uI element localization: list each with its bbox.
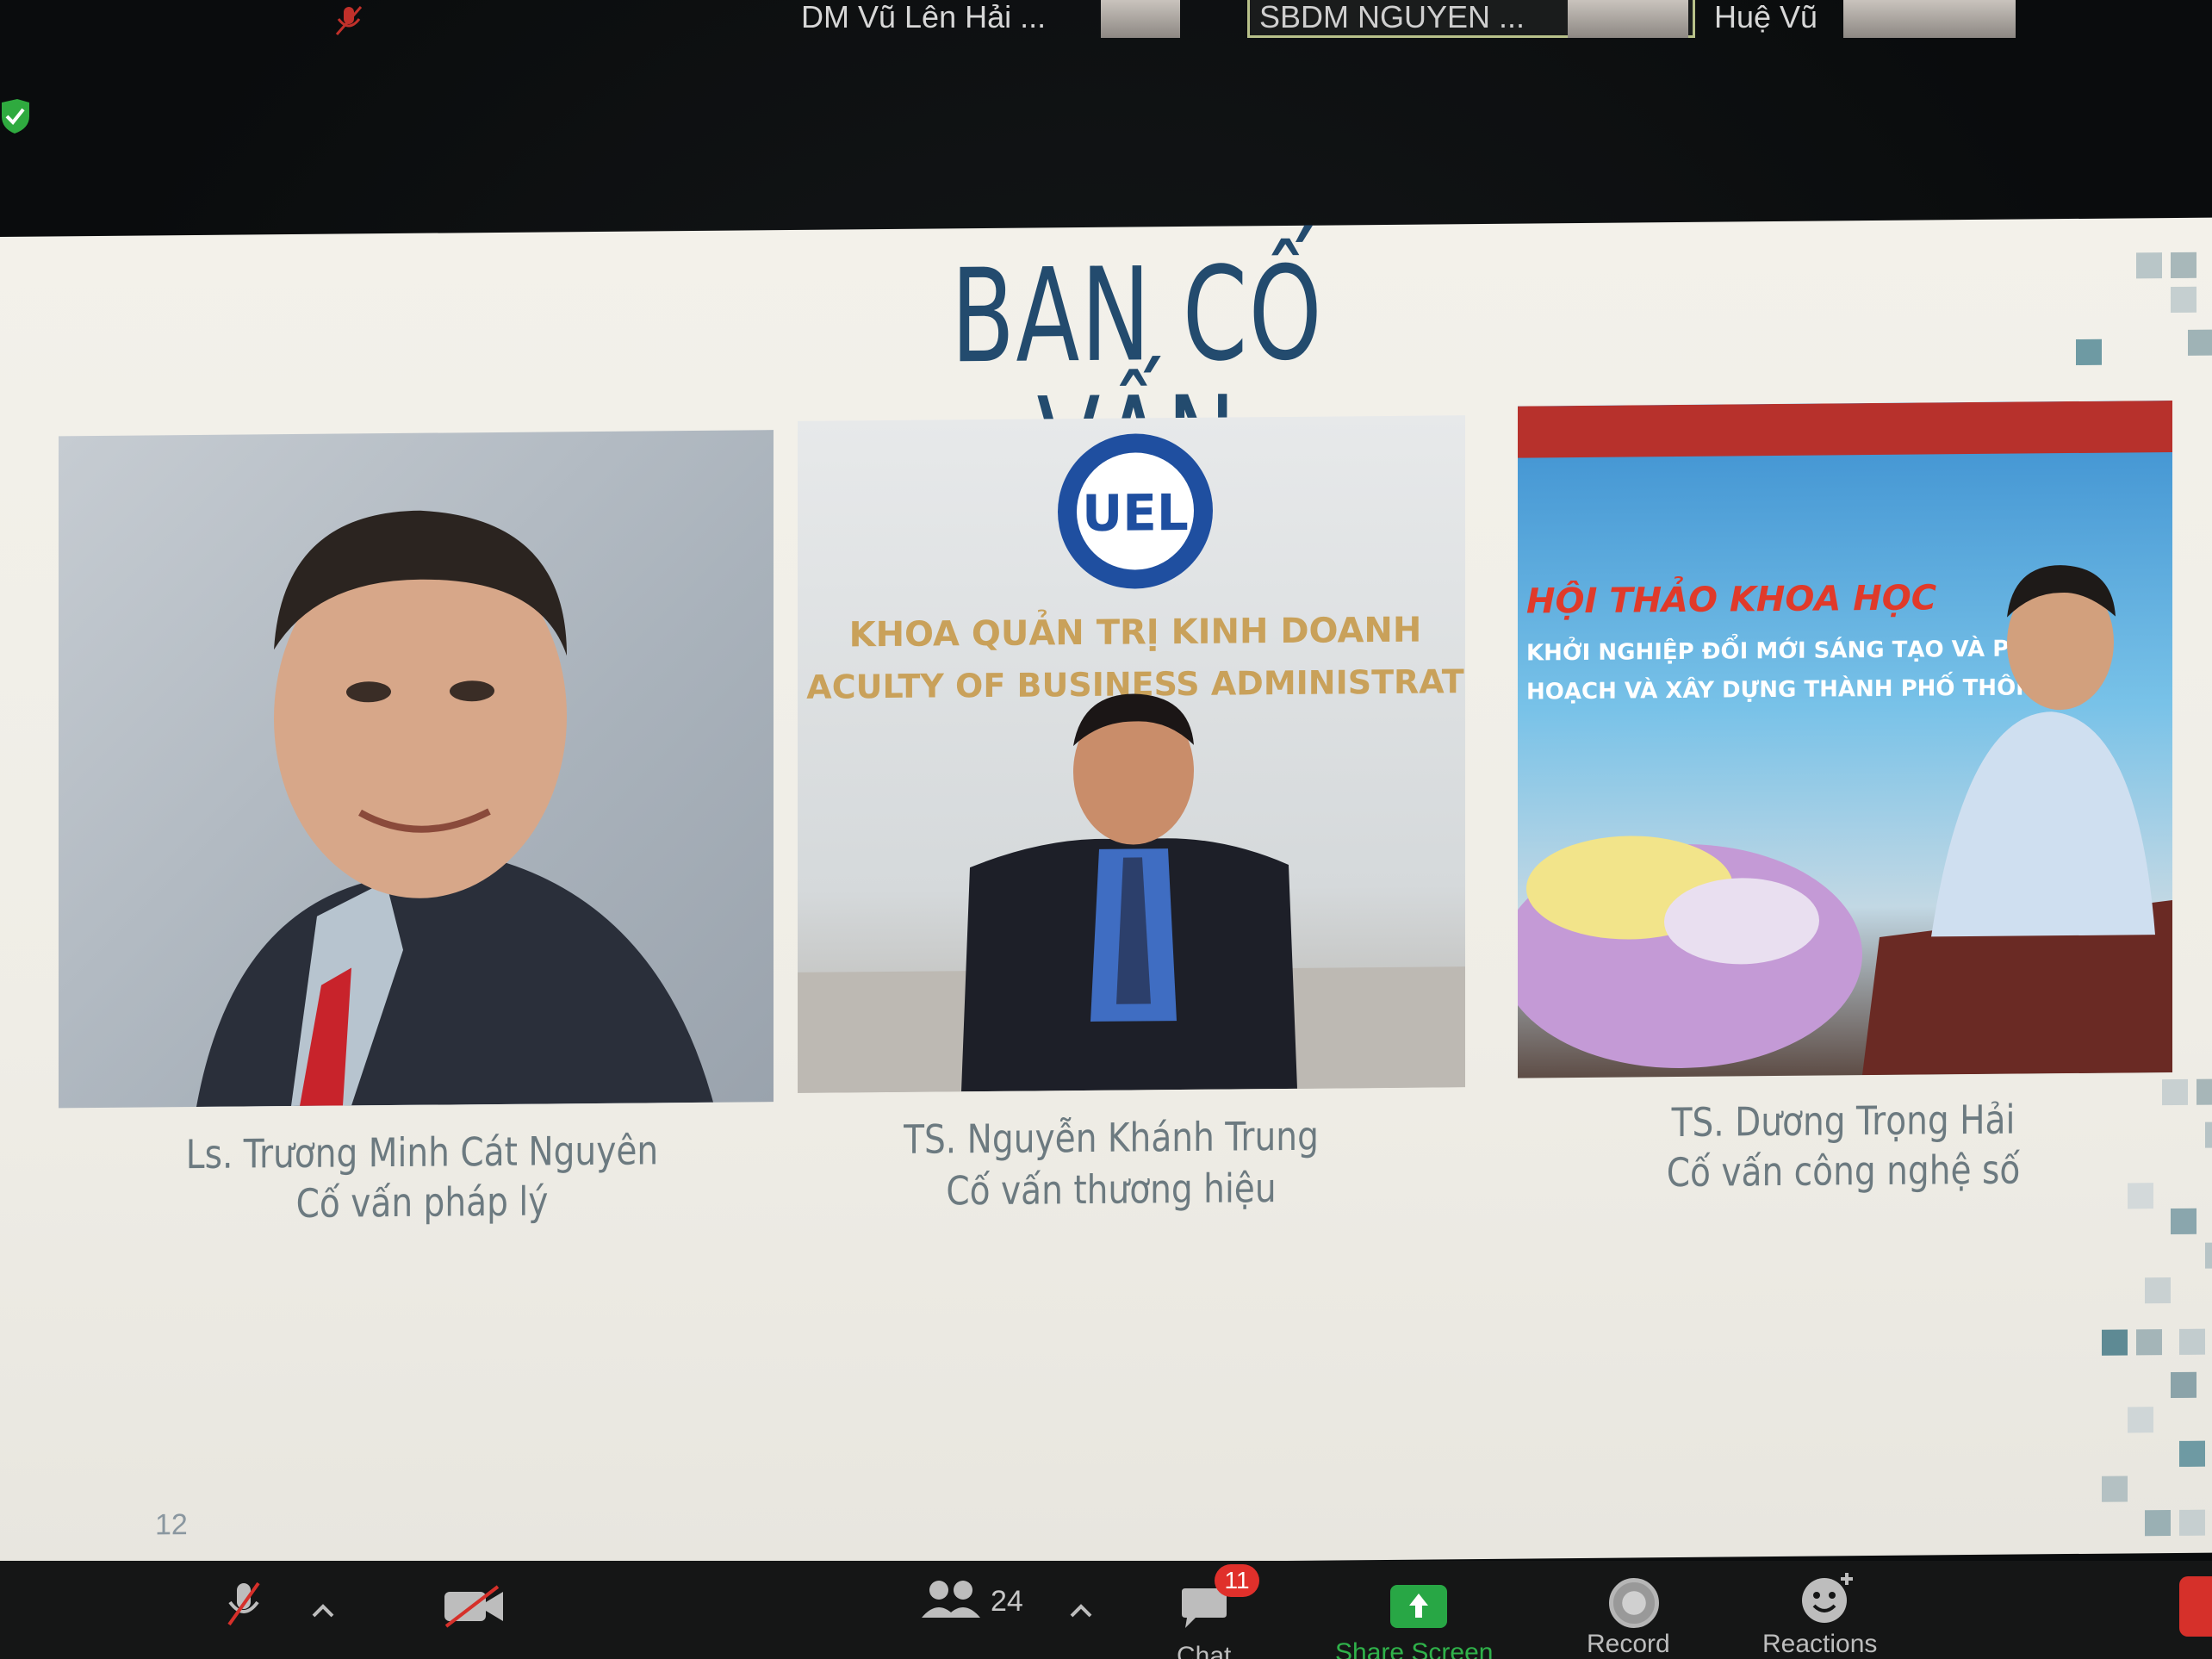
participant-name: SBDM NGUYEN ... (1259, 0, 1525, 34)
banner-line-1: KHỞI NGHIỆP ĐỔI MỚI SÁNG TẠO VÀ PHÁ (1526, 629, 2045, 666)
chat-unread-badge: 11 (1215, 1564, 1259, 1597)
participants-count[interactable]: 24 (991, 1585, 1023, 1619)
share-screen-button[interactable] (1390, 1585, 1447, 1628)
slide-page-number: 12 (155, 1508, 188, 1542)
participant-video-thumbnail[interactable] (1843, 0, 2016, 38)
participant-video-thumbnail[interactable] (1568, 0, 1688, 38)
security-shield-icon[interactable] (0, 99, 29, 134)
faculty-sign-vi: KHOA QUẢN TRỊ KINH DOANH (849, 605, 1422, 656)
uel-logo-text: UEL (1082, 483, 1189, 543)
office-scene-illustration: UEL KHOA QUẢN TRỊ KINH DOANH ACULTY OF B… (798, 433, 1465, 1093)
banner-line-2: HOẠCH VÀ XÂY DỰNG THÀNH PHỐ THÔNG (1526, 669, 2053, 705)
advisor-role-3: Cố vấn công nghệ số (1666, 1146, 2021, 1196)
record-label[interactable]: Record (1587, 1630, 1670, 1659)
meeting-toolbar: 24 11 Chat Share Screen Record Reactions (0, 1561, 2212, 1659)
participant-name: Huệ Vũ (1714, 0, 1818, 34)
chat-label[interactable]: Chat (1177, 1642, 1231, 1659)
participants-icon[interactable] (920, 1578, 984, 1621)
participant-video-thumbnail[interactable] (1101, 0, 1180, 38)
advisor-name-2: TS. Nguyễn Khánh Trung (904, 1112, 1319, 1163)
end-meeting-button[interactable] (2179, 1576, 2212, 1637)
zoom-meeting-window: DM Vũ Lên Hải ... SBDM NGUYEN ... Huệ Vũ… (0, 0, 2212, 1659)
chevron-up-icon[interactable] (310, 1602, 336, 1619)
share-screen-icon (1409, 1594, 1428, 1618)
advisor-photo-2: UEL KHOA QUẢN TRỊ KINH DOANH ACULTY OF B… (798, 415, 1465, 1093)
mic-muted-icon (335, 6, 363, 35)
record-icon[interactable] (1609, 1578, 1659, 1628)
advisor-photo-1 (59, 430, 774, 1109)
advisor-name-3: TS. Dương Trọng Hải (1671, 1096, 2016, 1146)
shared-slide: BAN CỐ VẤN (0, 217, 2212, 1573)
portrait-illustration (196, 510, 713, 1108)
reactions-icon[interactable] (1797, 1569, 1857, 1626)
banner-title: HỘI THẢO KHOA HỌC (1526, 572, 1936, 621)
advisor-name-1: Ls. Trương Minh Cát Nguyên (185, 1127, 659, 1178)
video-off-icon[interactable] (441, 1585, 506, 1628)
conference-scene-illustration: HỘI THẢO KHOA HỌC KHỞI NGHIỆP ĐỔI MỚI SÁ… (1518, 400, 2172, 1076)
advisor-role-2: Cố vấn thương hiệu (946, 1165, 1277, 1215)
advisor-photo-3: HỘI THẢO KHOA HỌC KHỞI NGHIỆP ĐỔI MỚI SÁ… (1518, 400, 2172, 1078)
advisor-role-1: Cố vấn pháp lý (295, 1177, 549, 1227)
chevron-up-icon[interactable] (1068, 1602, 1094, 1619)
share-screen-label[interactable]: Share Screen (1335, 1638, 1493, 1659)
reactions-label[interactable]: Reactions (1762, 1630, 1877, 1659)
participant-strip: DM Vũ Lên Hải ... SBDM NGUYEN ... Huệ Vũ (0, 0, 2212, 60)
mic-muted-icon[interactable] (222, 1578, 265, 1630)
participant-name: DM Vũ Lên Hải ... (801, 0, 1047, 34)
